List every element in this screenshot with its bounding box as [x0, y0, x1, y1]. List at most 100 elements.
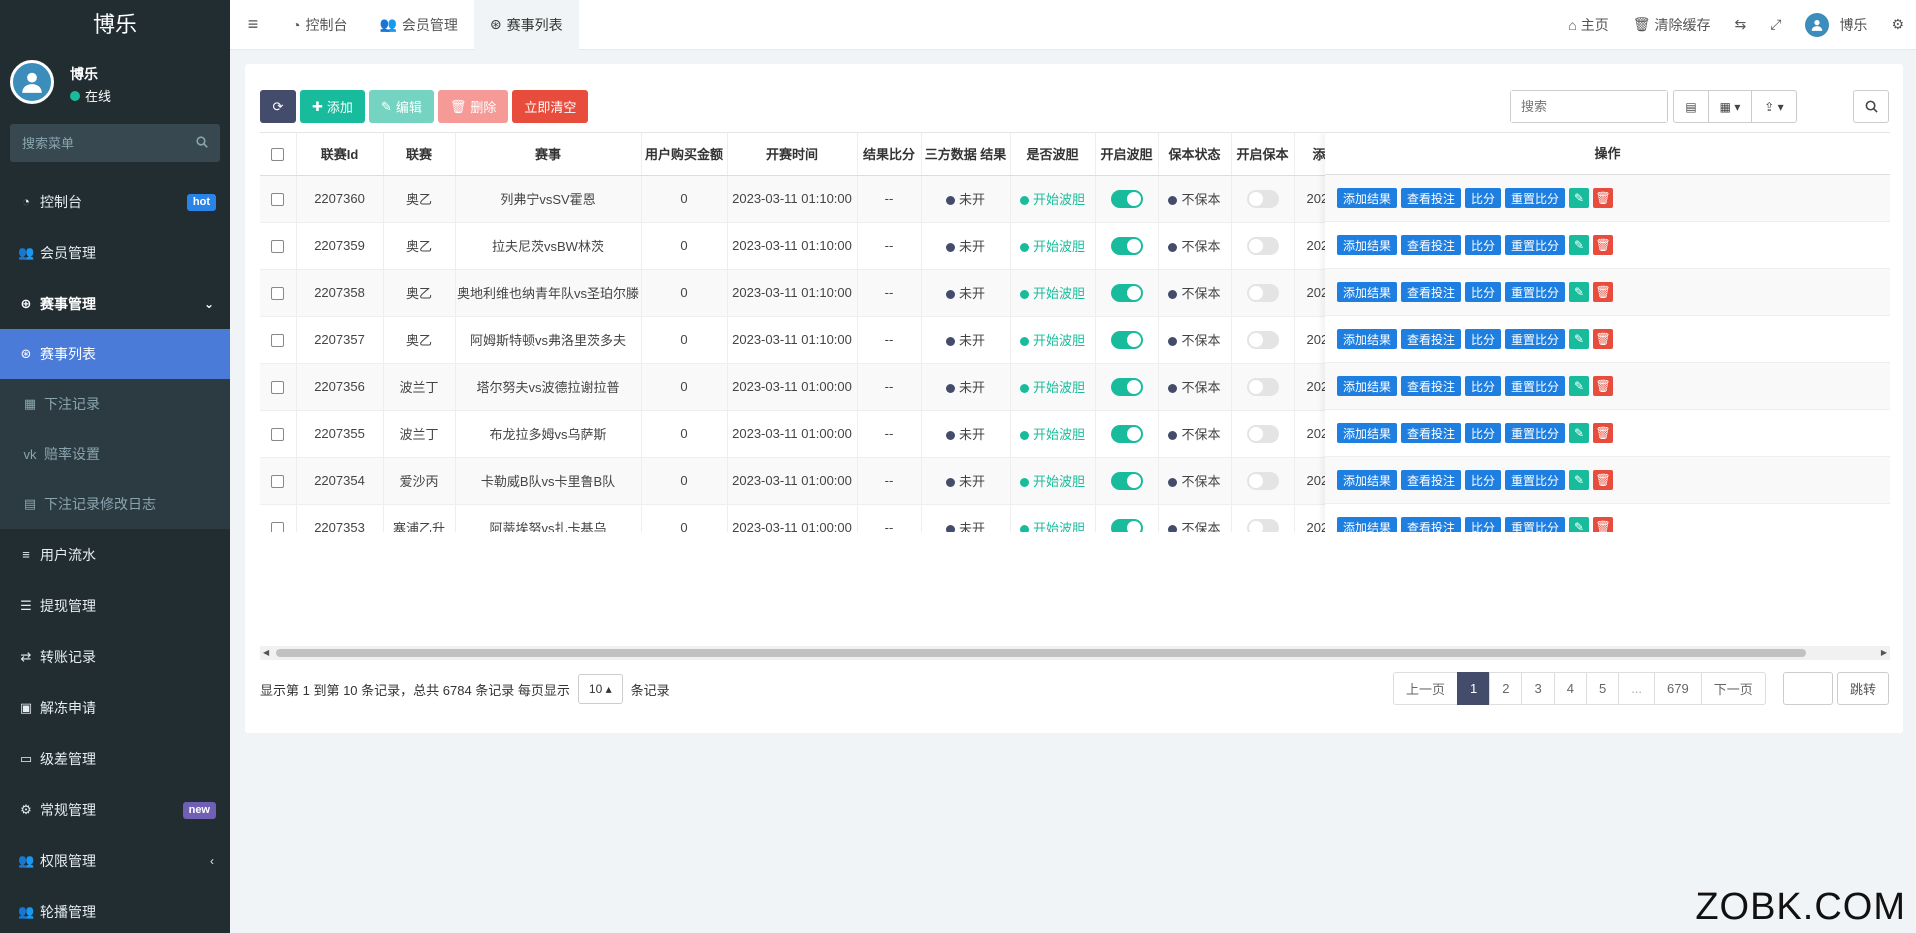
settings-gear-icon[interactable]: ⚙: [1879, 16, 1916, 33]
sidebar-item-carousel[interactable]: 👥 轮播管理: [0, 886, 230, 933]
view-bets-button[interactable]: 查看投注: [1401, 517, 1462, 532]
row-checkbox[interactable]: [271, 193, 285, 207]
edit-row-button[interactable]: ✎: [1569, 329, 1590, 349]
row-checkbox[interactable]: [271, 287, 285, 301]
row-checkbox[interactable]: [271, 475, 285, 489]
sidebar-item-permissions[interactable]: 👥 权限管理 ‹: [0, 835, 230, 886]
sidebar-search-input[interactable]: [10, 124, 220, 162]
toggle-view-button[interactable]: ▤: [1673, 90, 1709, 123]
edit-row-button[interactable]: ✎: [1569, 282, 1590, 302]
col-header[interactable]: 是否波胆: [1010, 133, 1096, 176]
page-button[interactable]: 3: [1521, 672, 1555, 705]
edit-row-button[interactable]: ✎: [1569, 470, 1590, 490]
score-button[interactable]: 比分: [1465, 329, 1502, 349]
baoben-toggle[interactable]: [1246, 236, 1279, 255]
sidebar-item-bet-edit-log[interactable]: ▤ 下注记录修改日志: [0, 479, 230, 529]
col-header[interactable]: 开赛时间: [727, 133, 858, 176]
baoben-toggle[interactable]: [1246, 377, 1279, 396]
user-menu[interactable]: 博乐: [1793, 12, 1879, 37]
sidebar-item-unfreeze[interactable]: ▣ 解冻申请: [0, 682, 230, 733]
sidebar-item-dashboard[interactable]: ◔ 控制台 hot: [0, 176, 230, 227]
col-header[interactable]: 保本状态: [1158, 133, 1232, 176]
baoben-toggle[interactable]: [1246, 189, 1279, 208]
score-button[interactable]: 比分: [1465, 470, 1502, 490]
view-bets-button[interactable]: 查看投注: [1401, 470, 1462, 490]
page-size-select[interactable]: 10 ▴: [577, 674, 623, 704]
bodan-toggle[interactable]: [1110, 377, 1143, 396]
row-checkbox[interactable]: [271, 428, 285, 442]
row-checkbox[interactable]: [271, 240, 285, 254]
add-result-button[interactable]: 添加结果: [1337, 282, 1398, 302]
next-page-button[interactable]: 下一页: [1700, 672, 1766, 705]
edit-row-button[interactable]: ✎: [1569, 423, 1590, 443]
score-button[interactable]: 比分: [1465, 517, 1502, 532]
col-header[interactable]: 联赛: [383, 133, 456, 176]
row-checkbox[interactable]: [271, 522, 285, 532]
refresh-button[interactable]: ⟳: [260, 90, 296, 123]
scroll-thumb[interactable]: [276, 649, 1806, 657]
score-button[interactable]: 比分: [1465, 188, 1502, 208]
bodan-toggle[interactable]: [1110, 236, 1143, 255]
page-button[interactable]: 5: [1585, 672, 1620, 705]
edit-row-button[interactable]: ✎: [1569, 188, 1590, 208]
page-button[interactable]: 2: [1489, 672, 1523, 705]
reset-score-button[interactable]: 重置比分: [1505, 470, 1566, 490]
delete-row-button[interactable]: 🗑: [1593, 376, 1614, 396]
table-row[interactable]: 2207356 波兰丁 塔尔努夫vs波德拉谢拉普 0 2023-03-11 01:00:…: [260, 363, 1395, 411]
add-result-button[interactable]: 添加结果: [1337, 376, 1398, 396]
col-header[interactable]: 开启保本: [1231, 133, 1295, 176]
table-row[interactable]: 2207353 塞浦乙升 阿蒂埃努vs扎卡基乌 0 2023-03-11 01:00:0…: [260, 504, 1395, 532]
bodan-toggle[interactable]: [1110, 424, 1143, 443]
edit-row-button[interactable]: ✎: [1569, 517, 1590, 532]
baoben-toggle[interactable]: [1246, 330, 1279, 349]
baoben-toggle[interactable]: [1246, 283, 1279, 302]
delete-row-button[interactable]: 🗑: [1593, 423, 1614, 443]
advanced-search-button[interactable]: [1853, 90, 1889, 123]
delete-row-button[interactable]: 🗑: [1593, 235, 1614, 255]
add-result-button[interactable]: 添加结果: [1337, 517, 1398, 532]
sidebar-item-event-list[interactable]: ⊛ 赛事列表: [0, 329, 230, 379]
bodan-toggle[interactable]: [1110, 518, 1143, 532]
reset-score-button[interactable]: 重置比分: [1505, 517, 1566, 532]
sidebar-item-tier-diff[interactable]: ▭ 级差管理: [0, 733, 230, 784]
tab-members[interactable]: 👥 会员管理: [363, 0, 473, 50]
add-result-button[interactable]: 添加结果: [1337, 235, 1398, 255]
sidebar-item-withdrawals[interactable]: ☰ 提现管理: [0, 580, 230, 631]
add-result-button[interactable]: 添加结果: [1337, 329, 1398, 349]
delete-row-button[interactable]: 🗑: [1593, 517, 1614, 532]
fullscreen-icon[interactable]: ⤢: [1758, 16, 1793, 33]
baoben-toggle[interactable]: [1246, 424, 1279, 443]
export-button[interactable]: ⇪ ▾: [1751, 90, 1797, 123]
table-row[interactable]: 2207357 奥乙 阿姆斯特顿vs弗洛里茨多夫 0 2023-03-11 01:10:…: [260, 316, 1395, 364]
col-header[interactable]: 用户购买金额: [641, 133, 728, 176]
reset-score-button[interactable]: 重置比分: [1505, 376, 1566, 396]
sidebar-item-general[interactable]: ⚙ 常规管理 new: [0, 784, 230, 835]
view-bets-button[interactable]: 查看投注: [1401, 235, 1462, 255]
view-bets-button[interactable]: 查看投注: [1401, 376, 1462, 396]
clear-cache-link[interactable]: 🗑 清除缓存: [1621, 15, 1723, 35]
prev-page-button[interactable]: 上一页: [1393, 672, 1459, 705]
reset-score-button[interactable]: 重置比分: [1505, 188, 1566, 208]
sidebar-item-members[interactable]: 👥 会员管理: [0, 227, 230, 278]
tab-event-list[interactable]: ⊛ 赛事列表: [473, 0, 579, 50]
col-header[interactable]: 开启波胆: [1095, 133, 1159, 176]
brand-logo[interactable]: 博乐: [0, 0, 230, 50]
bodan-toggle[interactable]: [1110, 283, 1143, 302]
table-row[interactable]: 2207358 奥乙 奥地利维也纳青年队vs圣珀尔滕 0 2023-03-11 01:1…: [260, 269, 1395, 317]
horizontal-scrollbar[interactable]: ◀ ▶: [260, 646, 1890, 660]
sidebar-item-events[interactable]: ⊕ 赛事管理 ⌄: [0, 278, 230, 329]
col-header[interactable]: 三方数据 结果: [921, 133, 1011, 176]
page-button[interactable]: 1: [1457, 672, 1491, 705]
bodan-toggle[interactable]: [1110, 471, 1143, 490]
reset-score-button[interactable]: 重置比分: [1505, 329, 1566, 349]
add-result-button[interactable]: 添加结果: [1337, 188, 1398, 208]
page-button[interactable]: ...: [1618, 672, 1656, 705]
score-button[interactable]: 比分: [1465, 376, 1502, 396]
table-row[interactable]: 2207355 波兰丁 布龙拉多姆vs乌萨斯 0 2023-03-11 01:00:00…: [260, 410, 1395, 458]
page-button[interactable]: 4: [1553, 672, 1587, 705]
score-button[interactable]: 比分: [1465, 235, 1502, 255]
add-result-button[interactable]: 添加结果: [1337, 423, 1398, 443]
table-row[interactable]: 2207354 爱沙丙 卡勒威B队vs卡里鲁B队 0 2023-03-11 01:00:…: [260, 457, 1395, 505]
select-all-checkbox[interactable]: [271, 148, 285, 162]
language-icon[interactable]: ⇆: [1723, 16, 1759, 33]
